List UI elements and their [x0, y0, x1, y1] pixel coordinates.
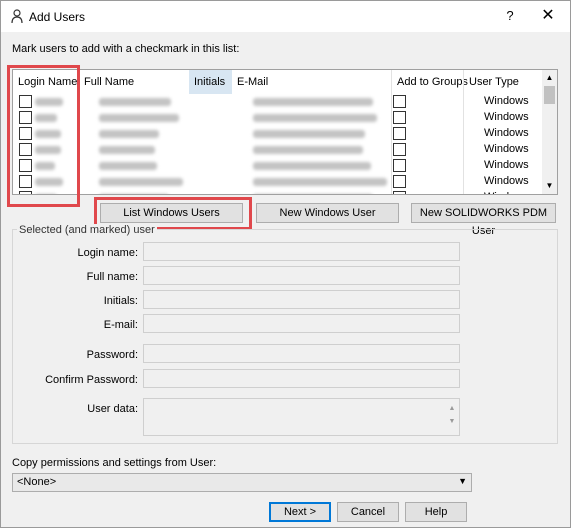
redacted-full-name [99, 146, 155, 154]
password-label: Password: [86, 349, 138, 361]
initials-label: Initials: [103, 295, 138, 307]
column-header-user-type[interactable]: User Type [464, 70, 542, 94]
close-icon[interactable]: ✕ [538, 7, 558, 25]
column-header-email[interactable]: E-Mail [232, 70, 392, 94]
confirm-password-label: Confirm Password: [45, 374, 138, 386]
redacted-full-name [99, 98, 171, 106]
textarea-scroll-arrows[interactable]: ▲ ▼ [447, 402, 457, 428]
full-name-label: Full name: [86, 271, 138, 283]
table-row[interactable]: Windows [13, 110, 543, 126]
redacted-email [253, 178, 387, 186]
add-to-groups-checkbox[interactable] [393, 95, 406, 108]
scroll-thumb[interactable] [544, 86, 555, 104]
redacted-full-name [99, 178, 183, 186]
table-row[interactable]: Windows [13, 158, 543, 174]
table-row[interactable]: Windows [13, 190, 543, 195]
window-title: Add Users [29, 10, 86, 24]
table-row[interactable]: Windows [13, 142, 543, 158]
copy-permissions-label: Copy permissions and settings from User: [12, 457, 217, 469]
full-name-field[interactable] [143, 266, 460, 285]
user-type-cell: Windows [484, 175, 529, 187]
redacted-email [253, 130, 365, 138]
add-to-groups-checkbox[interactable] [393, 159, 406, 172]
column-header-full-name[interactable]: Full Name [79, 70, 189, 94]
user-icon [11, 9, 23, 24]
add-to-groups-checkbox[interactable] [393, 127, 406, 140]
password-field[interactable] [143, 344, 460, 363]
login-name-label: Login name: [77, 247, 138, 259]
confirm-password-field[interactable] [143, 369, 460, 388]
user-type-cell: Windows [484, 95, 529, 107]
user-type-cell: Windows [484, 111, 529, 123]
chevron-down-icon: ▼ [458, 476, 467, 486]
selected-user-group-title: Selected (and marked) user [17, 224, 157, 236]
user-data-label: User data: [87, 403, 138, 415]
redacted-full-name [99, 162, 157, 170]
new-windows-user-button[interactable]: New Windows User [256, 203, 399, 223]
help-icon[interactable]: ? [501, 7, 519, 25]
user-type-cell: Windows [484, 127, 529, 139]
redacted-email [253, 194, 373, 195]
redacted-email [253, 162, 371, 170]
redacted-full-name [99, 130, 159, 138]
help-button[interactable]: Help [405, 502, 467, 522]
initials-field[interactable] [143, 290, 460, 309]
redacted-email [253, 114, 377, 122]
scroll-up-icon[interactable]: ▲ [542, 72, 557, 84]
user-data-field[interactable]: ▲ ▼ [143, 398, 460, 436]
redacted-email [253, 98, 373, 106]
column-header-initials[interactable]: Initials [189, 70, 232, 94]
scroll-down-icon[interactable]: ▼ [542, 180, 557, 192]
user-type-cell: Windows [484, 191, 529, 194]
login-name-field[interactable] [143, 242, 460, 261]
column-header-add-to-groups[interactable]: Add to Groups [392, 70, 468, 94]
table-row[interactable]: Windows [13, 94, 543, 110]
user-type-cell: Windows [484, 159, 529, 171]
user-list[interactable]: Login Name Full Name Initials E-Mail Add… [12, 69, 558, 195]
vertical-scrollbar[interactable]: ▲ ▼ [542, 70, 557, 194]
add-to-groups-checkbox[interactable] [393, 143, 406, 156]
copy-permissions-dropdown[interactable]: <None> ▼ [12, 473, 472, 492]
redacted-full-name [99, 114, 179, 122]
instruction-text: Mark users to add with a checkmark in th… [12, 43, 240, 55]
email-field[interactable] [143, 314, 460, 333]
redacted-email [253, 146, 363, 154]
table-row[interactable]: Windows [13, 126, 543, 142]
title-bar: Add Users ? ✕ [1, 1, 570, 32]
email-label: E-mail: [103, 319, 138, 331]
add-to-groups-checkbox[interactable] [393, 175, 406, 188]
login-column-highlight [7, 65, 80, 207]
table-row[interactable]: Windows [13, 174, 543, 190]
next-button[interactable]: Next > [269, 502, 331, 522]
redacted-full-name [99, 194, 169, 195]
add-to-groups-checkbox[interactable] [393, 111, 406, 124]
add-users-dialog: Add Users ? ✕ Mark users to add with a c… [0, 0, 571, 528]
cancel-button[interactable]: Cancel [337, 502, 399, 522]
user-type-cell: Windows [484, 143, 529, 155]
new-pdm-user-button[interactable]: New SOLIDWORKS PDM User [411, 203, 556, 237]
add-to-groups-checkbox[interactable] [393, 191, 406, 194]
copy-permissions-value: <None> [17, 476, 57, 488]
